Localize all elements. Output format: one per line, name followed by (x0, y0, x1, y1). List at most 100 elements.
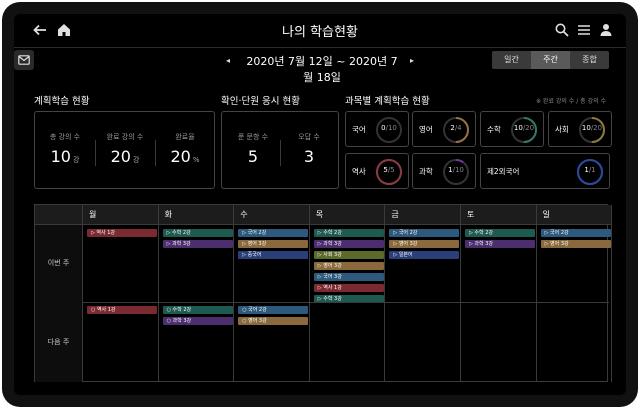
lecture-chip[interactable]: ▷ 국어 3강 (313, 273, 384, 281)
lecture-chip[interactable]: ▷ 국어 2강 (540, 229, 611, 237)
schedule-cell: ○ 국어 2강 ○ 영어 3강 (234, 302, 310, 382)
subject-card[interactable]: 과학 1/10 (412, 153, 476, 189)
lecture-chip[interactable]: ▷ 수학 2강 (465, 229, 535, 237)
lecture-chip[interactable]: ○ 수학 2강 (162, 306, 233, 314)
subject-card[interactable]: 제2외국어 1/1 (480, 153, 610, 189)
app-screen: 나의 학습현황 ◂ 2020년 7월 12일 ~ 2020년 7월 18일 ▸ … (14, 14, 626, 395)
mail-icon (18, 55, 30, 65)
lecture-chip[interactable]: ▷ 중국어 (238, 251, 309, 259)
schedule-cell (537, 302, 613, 382)
lecture-chip[interactable]: ▷ 역사 1강 (87, 229, 157, 237)
page-title: 나의 학습현황 (282, 25, 358, 40)
total-lectures-value: 10 (50, 147, 71, 166)
completed-lectures-value: 20 (110, 147, 131, 166)
subject-total-count: /1 (588, 166, 596, 174)
schedule-cell: ▷ 수학 2강 ▷ 과학 3강 (159, 225, 235, 302)
wrong-answers-value: 3 (303, 147, 315, 166)
solved-questions-stat: 푼 문항 수 5 (228, 132, 278, 166)
tab-overall[interactable]: 종합 (570, 51, 609, 69)
day-header: 화 (158, 205, 235, 225)
tab-weekly[interactable]: 주간 (531, 51, 570, 69)
lecture-chip[interactable]: ▷ 수학 2강 (162, 229, 233, 237)
completion-rate-value: 20 (170, 147, 191, 166)
subject-total-count: /10 (452, 166, 464, 174)
schedule-cell (310, 302, 386, 382)
schedule-cell: ▷ 국어 2강 ▷ 영어 3강 ▷ 일본어 (385, 225, 461, 302)
schedule-cell: ○ 역사 1강 (83, 302, 159, 382)
completion-rate-unit: % (192, 156, 200, 164)
lecture-chip[interactable]: ▷ 영어 3강 (313, 262, 384, 270)
subject-total-count: /10 (385, 124, 397, 132)
day-header: 수 (234, 205, 310, 225)
subject-card[interactable]: 사회 10/20 (548, 111, 612, 147)
total-lectures-stat: 총 강의 수 10 강 (39, 132, 91, 166)
stat-divider (155, 140, 156, 166)
lecture-chip[interactable]: ▷ 과학 3강 (465, 240, 535, 248)
lecture-chip[interactable]: ▷ 사회 3강 (313, 251, 384, 259)
day-header: 토 (461, 205, 537, 225)
schedule-cell: ▷ 역사 1강 (83, 225, 159, 302)
lecture-chip[interactable]: ○ 역사 1강 (87, 306, 157, 314)
subject-name: 국어 (352, 125, 366, 134)
message-button[interactable] (14, 50, 34, 70)
lecture-chip[interactable]: ▷ 역사 1강 (313, 284, 384, 292)
header-divider (14, 47, 626, 48)
wrong-answers-stat: 오답 수 3 (284, 132, 334, 166)
day-header: 금 (385, 205, 461, 225)
lecture-chip[interactable]: ▷ 과학 3강 (162, 240, 233, 248)
subject-name: 제2외국어 (487, 167, 520, 176)
schedule-cell: ▷ 수학 2강 ▷ 과학 3강 ▷ 사회 3강 ▷ 영어 3강 ▷ 국어 3강 ▷ 역사 … (310, 225, 386, 302)
lecture-chip[interactable]: ▷ 수학 3강 (313, 295, 384, 302)
lecture-chip[interactable]: ○ 국어 2강 (238, 306, 309, 314)
subject-done-count: 10 (513, 124, 523, 132)
lecture-chip[interactable]: ▷ 영어 3강 (238, 240, 309, 248)
check-section-title: 확인·단원 응시 현황 (221, 96, 300, 107)
stat-divider (95, 140, 96, 166)
lecture-chip[interactable]: ○ 영어 3강 (238, 317, 309, 325)
subject-total-count: /4 (454, 124, 462, 132)
subject-done-count: 10 (581, 124, 591, 132)
date-range-label: 2020년 7월 12일 ~ 2020년 7월 18일 (246, 55, 398, 84)
subject-card[interactable]: 역사 5/5 (345, 153, 409, 189)
lecture-chip[interactable]: ▷ 수학 2강 (313, 229, 384, 237)
schedule-corner (35, 205, 83, 225)
user-icon[interactable] (598, 22, 614, 38)
subject-card[interactable]: 수학 10/20 (480, 111, 544, 147)
tab-daily[interactable]: 일간 (492, 51, 531, 69)
week-row-label: 다음 주 (35, 302, 83, 382)
solved-questions-value: 5 (247, 147, 259, 166)
lecture-chip[interactable]: ▷ 영어 3강 (540, 240, 611, 248)
completed-lectures-unit: 강 (132, 156, 140, 164)
lecture-chip[interactable]: ▷ 과학 3강 (313, 240, 384, 248)
lecture-chip[interactable]: ▷ 국어 2강 (238, 229, 309, 237)
next-week-button[interactable]: ▸ (410, 56, 414, 65)
subject-total-count: /20 (590, 124, 603, 132)
total-lectures-label: 총 강의 수 (49, 133, 81, 141)
subject-card[interactable]: 영어 2/4 (412, 111, 476, 147)
search-icon[interactable] (554, 22, 570, 38)
completed-lectures-stat: 완료 강의 수 20 강 (99, 132, 151, 166)
tablet-frame: 나의 학습현황 ◂ 2020년 7월 12일 ~ 2020년 7월 18일 ▸ … (2, 2, 638, 407)
lecture-chip[interactable]: ▷ 일본어 (389, 251, 460, 259)
subject-name: 역사 (352, 167, 366, 176)
schedule-cell: ▷ 국어 2강 ▷ 영어 3강 (537, 225, 613, 302)
completion-rate-label: 완료율 (175, 133, 195, 141)
schedule-cell: ▷ 수학 2강 ▷ 과학 3강 (461, 225, 537, 302)
wrong-answers-label: 오답 수 (298, 133, 320, 141)
subject-total-count: /20 (522, 124, 535, 132)
hamburger-menu-icon[interactable] (576, 22, 592, 38)
lecture-chip[interactable]: ○ 과학 3강 (162, 317, 233, 325)
subject-card[interactable]: 국어 0/10 (345, 111, 409, 147)
schedule-cell (461, 302, 537, 382)
total-lectures-unit: 강 (72, 156, 80, 164)
check-stats-card: 푼 문항 수 5 오답 수 3 (221, 111, 339, 189)
weekly-schedule: 월 화 수 목 금 토 일 이번 주 ▷ 역사 1강 ▷ 수학 2강 ▷ 과학 3강 ▷ 국어 2강 ▷… (34, 204, 613, 382)
prev-week-button[interactable]: ◂ (226, 56, 230, 65)
plan-stats-card: 총 강의 수 10 강 완료 강의 수 20 강 완료율 20% (34, 111, 215, 189)
subject-name: 사회 (555, 125, 569, 134)
subject-name: 수학 (487, 125, 501, 134)
lecture-chip[interactable]: ▷ 국어 2강 (389, 229, 460, 237)
stat-divider (280, 140, 281, 166)
top-bar: 나의 학습현황 (14, 14, 626, 46)
lecture-chip[interactable]: ▷ 영어 3강 (389, 240, 460, 248)
